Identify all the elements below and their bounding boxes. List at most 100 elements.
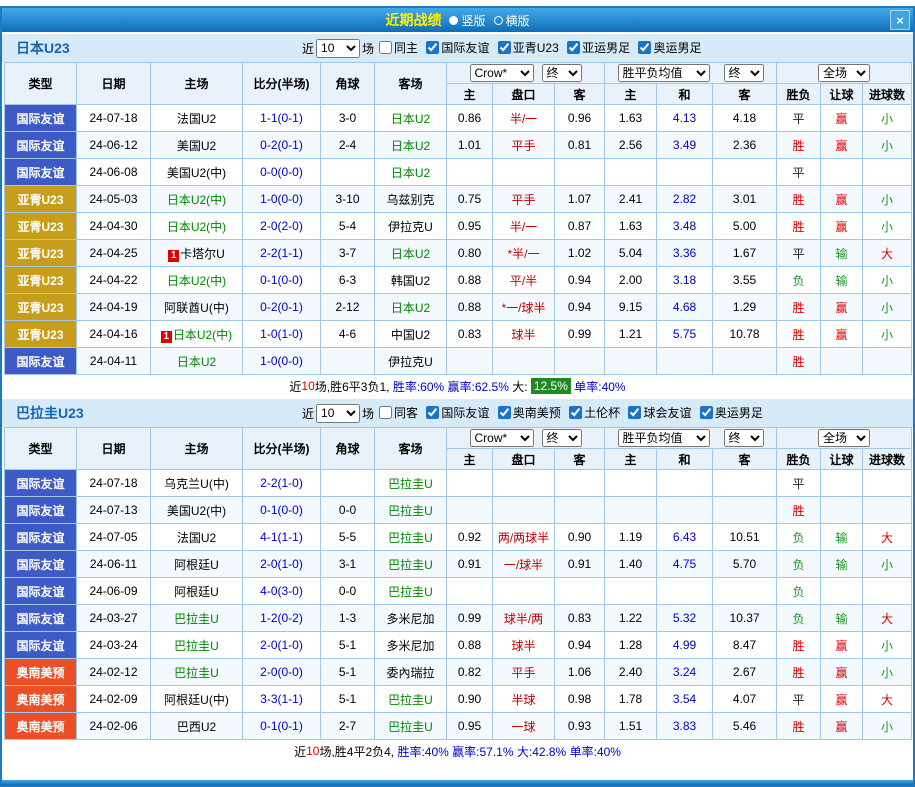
window-title: 近期战绩 — [385, 10, 441, 30]
competition-filter[interactable]: 同客 — [379, 404, 418, 421]
avg-type-select[interactable]: 胜平负均值 — [618, 429, 710, 447]
avg-home: 1.40 — [605, 551, 657, 578]
table-row: 国际友谊 24-07-05 法国U2 4-1(1-1) 5-5 巴拉圭U 0.9… — [5, 524, 912, 551]
competition-filter[interactable]: 奥运男足 — [700, 404, 763, 421]
avg-draw: 3.54 — [657, 686, 713, 713]
match-type-badge: 奥南美预 — [5, 686, 77, 713]
table-row: 国际友谊 24-03-24 巴拉圭U 2-0(1-0) 5-1 多米尼加 0.8… — [5, 632, 912, 659]
filter-checkbox[interactable] — [498, 41, 511, 54]
competition-filter[interactable]: 同主 — [379, 39, 418, 56]
handicap — [493, 497, 555, 524]
away-team: 巴拉圭U — [375, 470, 447, 497]
score: 3-3(1-1) — [243, 686, 321, 713]
red-card-badge: 1 — [161, 331, 172, 343]
competition-filter[interactable]: 奥南美预 — [498, 404, 561, 421]
avg-home — [605, 470, 657, 497]
goals-result — [863, 470, 912, 497]
competition-filter[interactable]: 国际友谊 — [426, 404, 489, 421]
filter-checkbox[interactable] — [498, 406, 511, 419]
score: 1-0(0-0) — [243, 348, 321, 375]
team-name: 巴拉圭U — [388, 558, 433, 572]
competition-filter[interactable]: 奥运男足 — [638, 39, 701, 56]
footer-stat: 场,胜4平2负4, — [319, 743, 397, 760]
filter-checkbox[interactable] — [638, 41, 651, 54]
radio-unselected-icon — [494, 16, 503, 25]
column-header: 和 — [657, 449, 713, 470]
filter-checkbox[interactable] — [628, 406, 641, 419]
odds-company-select[interactable]: Crow* — [470, 429, 534, 447]
filter-bar: 近 10 场 同客 国际友谊 奥南美预 土伦杯 球会友谊 奥运男足 — [302, 404, 763, 423]
corner-score: 5-1 — [321, 632, 375, 659]
match-date: 24-02-06 — [77, 713, 151, 740]
table-row: 国际友谊 24-06-11 阿根廷U 2-0(1-0) 3-1 巴拉圭U 0.9… — [5, 551, 912, 578]
filter-checkbox[interactable] — [379, 41, 392, 54]
odds-away: 1.06 — [555, 659, 605, 686]
odds-company-select[interactable]: Crow* — [470, 64, 534, 82]
odds-home: 0.92 — [447, 524, 493, 551]
handicap: 球半 — [493, 632, 555, 659]
filter-checkbox[interactable] — [426, 41, 439, 54]
score: 1-2(0-2) — [243, 605, 321, 632]
odds-home — [447, 348, 493, 375]
close-icon[interactable]: × — [890, 10, 910, 30]
avg-final-select[interactable]: 终 — [724, 64, 764, 82]
match-count-select[interactable]: 10 — [316, 39, 360, 58]
avg-final-select[interactable]: 终 — [724, 429, 764, 447]
match-count-select[interactable]: 10 — [316, 404, 360, 423]
avg-away: 10.51 — [713, 524, 777, 551]
competition-filter[interactable]: 球会友谊 — [628, 404, 691, 421]
filter-checkbox[interactable] — [569, 406, 582, 419]
competition-filter[interactable]: 国际友谊 — [426, 39, 489, 56]
avg-draw: 4.13 — [657, 105, 713, 132]
scope-select[interactable]: 全场 — [818, 429, 870, 447]
red-card-badge: 1 — [168, 250, 179, 262]
table-row: 国际友谊 24-07-18 乌克兰U(中) 2-2(1-0) 巴拉圭U 平 — [5, 470, 912, 497]
win-draw-loss: 负 — [777, 524, 821, 551]
avg-draw: 5.75 — [657, 321, 713, 348]
column-header: 让球 — [821, 449, 863, 470]
odds-home: 0.95 — [447, 713, 493, 740]
filter-checkbox[interactable] — [379, 406, 392, 419]
horizontal-layout-radio[interactable]: 横版 — [494, 12, 530, 29]
filter-checkbox[interactable] — [567, 41, 580, 54]
match-type-badge: 国际友谊 — [5, 159, 77, 186]
handicap: 半/一 — [493, 105, 555, 132]
team-name: 巴拉圭U — [388, 477, 433, 491]
footer-stat: 单率:40% — [571, 378, 626, 395]
team-name: 多米尼加 — [386, 639, 434, 653]
odds-home: 0.88 — [447, 632, 493, 659]
team-name: 委內瑞拉 — [386, 666, 434, 680]
away-team: 多米尼加 — [375, 632, 447, 659]
competition-filter[interactable]: 亚青U23 — [498, 39, 559, 56]
goals-result: 小 — [863, 132, 912, 159]
scope-select[interactable]: 全场 — [818, 64, 870, 82]
odds-away: 1.02 — [555, 240, 605, 267]
avg-type-select[interactable]: 胜平负均值 — [618, 64, 710, 82]
handicap-result: 赢 — [821, 213, 863, 240]
avg-draw: 3.36 — [657, 240, 713, 267]
competition-filter[interactable]: 亚运男足 — [567, 39, 630, 56]
team-name: 巴拉圭U — [388, 504, 433, 518]
odds-final-select[interactable]: 终 — [542, 64, 582, 82]
home-team: 日本U2(中) — [151, 213, 243, 240]
filter-label: 球会友谊 — [643, 404, 691, 421]
corner-score: 2-7 — [321, 713, 375, 740]
match-type-badge: 国际友谊 — [5, 605, 77, 632]
match-type-badge: 国际友谊 — [5, 632, 77, 659]
filter-checkbox[interactable] — [700, 406, 713, 419]
team-name: 日本U2(中) — [173, 328, 232, 342]
home-team: 法国U2 — [151, 524, 243, 551]
odds-final-select[interactable]: 终 — [542, 429, 582, 447]
score: 2-2(1-0) — [243, 470, 321, 497]
avg-home — [605, 159, 657, 186]
column-header-date: 日期 — [77, 63, 151, 105]
vertical-layout-radio[interactable]: 竖版 — [449, 12, 485, 29]
column-header-corner: 角球 — [321, 63, 375, 105]
home-team: 巴拉圭U — [151, 605, 243, 632]
avg-draw: 3.49 — [657, 132, 713, 159]
competition-filter[interactable]: 土伦杯 — [569, 404, 620, 421]
filter-label: 同客 — [394, 404, 418, 421]
odds-home: 0.88 — [447, 294, 493, 321]
match-date: 24-07-13 — [77, 497, 151, 524]
filter-checkbox[interactable] — [426, 406, 439, 419]
